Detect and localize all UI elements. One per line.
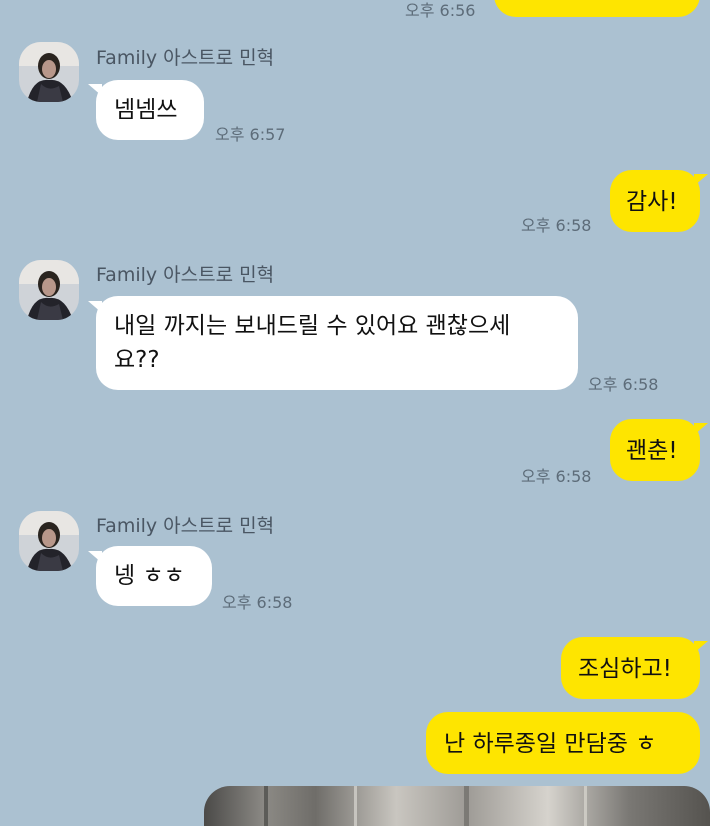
bubble-tail (694, 174, 708, 186)
message-text: 괜춘! (626, 438, 678, 464)
profile-photo-icon (19, 511, 79, 571)
avatar[interactable] (19, 511, 79, 571)
profile-photo-icon (19, 42, 79, 102)
message-bubble-incoming[interactable]: 넹 ㅎㅎ (96, 546, 212, 606)
bubble-tail (694, 641, 708, 653)
message-text: 넴넴쓰 (114, 97, 178, 123)
message-bubble-outgoing[interactable]: 난 하루종일 만담중 ㅎ (426, 712, 700, 774)
photo-attachment-icon (264, 786, 587, 826)
message-bubble-incoming[interactable]: 내일 까지는 보내드릴 수 있어요 괜찮으세 요?? (96, 296, 578, 390)
message-timestamp: 오후 6:58 (222, 593, 293, 612)
message-timestamp: 오후 6:58 (521, 216, 592, 235)
message-bubble-outgoing[interactable]: 괜춘! (610, 419, 700, 481)
message-bubble-outgoing[interactable] (494, 0, 700, 17)
avatar[interactable] (19, 260, 79, 320)
message-bubble-incoming[interactable]: 넴넴쓰 (96, 80, 204, 140)
photo-attachment[interactable] (204, 786, 710, 826)
message-timestamp: 오후 6:56 (405, 1, 476, 20)
sender-name: Family 아스트로 민혁 (96, 515, 275, 537)
profile-photo-icon (19, 260, 79, 320)
message-text: 내일 까지는 보내드릴 수 있어요 괜찮으세 (114, 313, 511, 339)
message-bubble-outgoing[interactable]: 조심하고! (561, 637, 700, 699)
message-text: 조심하고! (578, 656, 672, 682)
message-text: 넹 ㅎㅎ (114, 563, 185, 589)
message-text: 난 하루종일 만담중 ㅎ (444, 731, 657, 757)
sender-name: Family 아스트로 민혁 (96, 47, 275, 69)
message-text: 감사! (626, 189, 678, 215)
bubble-tail (694, 423, 708, 435)
message-timestamp: 오후 6:58 (521, 467, 592, 486)
message-timestamp: 오후 6:58 (588, 375, 659, 394)
message-bubble-outgoing[interactable]: 감사! (610, 170, 700, 232)
message-text: 요?? (114, 347, 160, 373)
avatar[interactable] (19, 42, 79, 102)
sender-name: Family 아스트로 민혁 (96, 264, 275, 286)
message-timestamp: 오후 6:57 (215, 125, 286, 144)
